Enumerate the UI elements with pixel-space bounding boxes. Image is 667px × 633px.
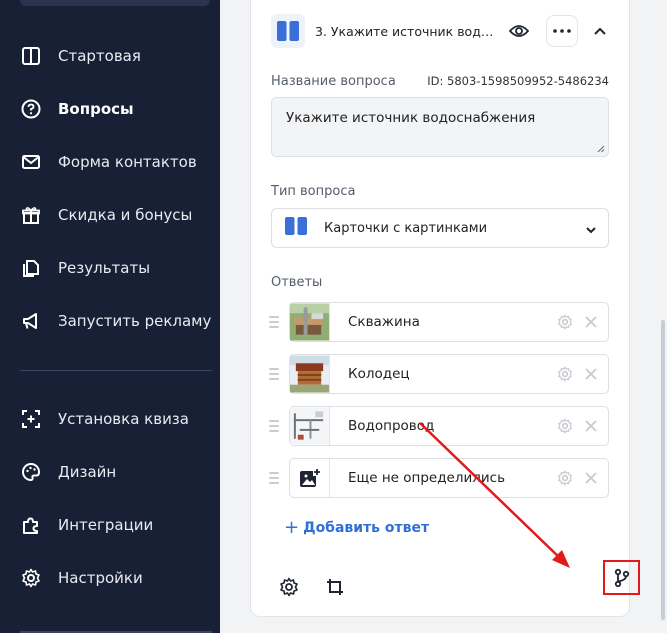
answer-item: Скважина xyxy=(269,302,609,342)
answer-label[interactable]: Скважина xyxy=(348,314,556,330)
crop-icon[interactable] xyxy=(323,575,347,599)
gear-icon[interactable] xyxy=(556,365,574,383)
sidebar-item-install[interactable]: Установка квиза xyxy=(20,404,189,434)
answer-box[interactable]: Еще не определились xyxy=(289,458,609,498)
sidebar: Стартовая Вопросы Форма контактов Скидка… xyxy=(0,0,220,633)
question-name-value: Укажите источник водоснабжения xyxy=(286,110,536,126)
gear-icon xyxy=(20,567,42,589)
chevron-down-icon xyxy=(586,219,596,238)
well-drilling-image[interactable] xyxy=(290,303,330,341)
sidebar-item-questions[interactable]: Вопросы xyxy=(20,94,134,124)
gear-icon[interactable] xyxy=(556,417,574,435)
question-id: ID: 5803-1598509952-5486234 xyxy=(427,74,609,88)
question-type-value: Карточки с картинками xyxy=(324,220,488,236)
sidebar-item-label: Стартовая xyxy=(58,47,141,65)
main-content: 3. Укажите источник водоснабжения Назван… xyxy=(220,0,667,633)
gear-icon[interactable] xyxy=(556,313,574,331)
resize-handle-icon xyxy=(597,145,605,153)
close-icon[interactable] xyxy=(582,417,600,435)
sidebar-item-discounts[interactable]: Скидка и бонусы xyxy=(20,200,192,230)
question-name-label: Название вопроса xyxy=(271,74,396,89)
close-icon[interactable] xyxy=(582,365,600,383)
water-pipes-image[interactable] xyxy=(290,407,330,445)
drag-handle-icon[interactable] xyxy=(269,368,279,380)
log-well-image[interactable] xyxy=(290,355,330,393)
answers-label: Ответы xyxy=(271,275,323,290)
sidebar-item-design[interactable]: Дизайн xyxy=(20,457,116,487)
cards-type-icon xyxy=(271,14,305,48)
scrollbar[interactable] xyxy=(661,320,665,620)
add-answer-button[interactable]: + Добавить ответ xyxy=(284,517,429,538)
branch-icon xyxy=(614,568,629,587)
sidebar-item-contacts[interactable]: Форма контактов xyxy=(20,147,197,177)
chevron-up-icon[interactable] xyxy=(590,21,610,41)
sidebar-item-integrations[interactable]: Интеграции xyxy=(20,510,153,540)
gear-icon[interactable] xyxy=(277,575,301,599)
close-icon[interactable] xyxy=(582,313,600,331)
sidebar-item-results[interactable]: Результаты xyxy=(20,253,150,283)
pages-icon xyxy=(20,257,42,279)
gift-icon xyxy=(20,204,42,226)
layout-icon xyxy=(20,45,42,67)
add-image-icon[interactable] xyxy=(290,459,330,497)
answer-item: Водопровод xyxy=(269,406,609,446)
answer-item: Колодец xyxy=(269,354,609,394)
sidebar-item-label: Форма контактов xyxy=(58,153,197,171)
sidebar-divider xyxy=(20,370,212,371)
more-dots-icon xyxy=(553,29,571,33)
answer-label[interactable]: Колодец xyxy=(348,366,556,382)
sidebar-item-label: Результаты xyxy=(58,259,151,277)
drag-handle-icon[interactable] xyxy=(269,420,279,432)
sidebar-top-edge xyxy=(20,0,210,6)
answer-label[interactable]: Еще не определились xyxy=(348,470,556,486)
branching-logic-button[interactable] xyxy=(603,560,640,595)
question-title[interactable]: 3. Укажите источник водоснабжения xyxy=(315,24,500,39)
megaphone-icon xyxy=(20,310,42,332)
question-type-select[interactable]: Карточки с картинками xyxy=(271,208,609,248)
sidebar-item-label: Запустить рекламу xyxy=(58,312,212,330)
cards-type-icon xyxy=(284,216,308,240)
answer-box[interactable]: Колодец xyxy=(289,354,609,394)
question-name-field[interactable]: Укажите источник водоснабжения xyxy=(271,97,609,157)
sidebar-item-label: Вопросы xyxy=(58,100,134,118)
sidebar-item-label: Интеграции xyxy=(58,516,154,534)
gear-icon[interactable] xyxy=(556,469,574,487)
answer-box[interactable]: Водопровод xyxy=(289,406,609,446)
question-circle-icon xyxy=(20,98,42,120)
question-type-label: Тип вопроса xyxy=(271,184,356,199)
question-card: 3. Укажите источник водоснабжения Назван… xyxy=(250,0,640,617)
close-icon[interactable] xyxy=(582,469,600,487)
more-options-button[interactable] xyxy=(546,15,578,47)
drag-handle-icon[interactable] xyxy=(269,472,279,484)
sidebar-item-label: Скидка и бонусы xyxy=(58,206,193,224)
answer-item: Еще не определились xyxy=(269,458,609,498)
plus-icon: + xyxy=(284,517,300,538)
answer-label[interactable]: Водопровод xyxy=(348,418,556,434)
envelope-icon xyxy=(20,151,42,173)
question-header: 3. Укажите источник водоснабжения xyxy=(271,11,611,51)
sidebar-item-start[interactable]: Стартовая xyxy=(20,41,141,71)
drag-handle-icon[interactable] xyxy=(269,316,279,328)
sidebar-item-label: Настройки xyxy=(58,569,143,587)
sidebar-item-settings[interactable]: Настройки xyxy=(20,563,143,593)
sidebar-item-label: Установка квиза xyxy=(58,410,189,428)
palette-icon xyxy=(20,461,42,483)
sidebar-item-label: Дизайн xyxy=(58,463,117,481)
puzzle-icon xyxy=(20,514,42,536)
add-answer-label: Добавить ответ xyxy=(303,519,430,536)
sidebar-item-launch-ads[interactable]: Запустить рекламу xyxy=(20,306,211,336)
install-frame-icon xyxy=(20,408,42,430)
eye-icon[interactable] xyxy=(506,18,532,44)
answer-box[interactable]: Скважина xyxy=(289,302,609,342)
